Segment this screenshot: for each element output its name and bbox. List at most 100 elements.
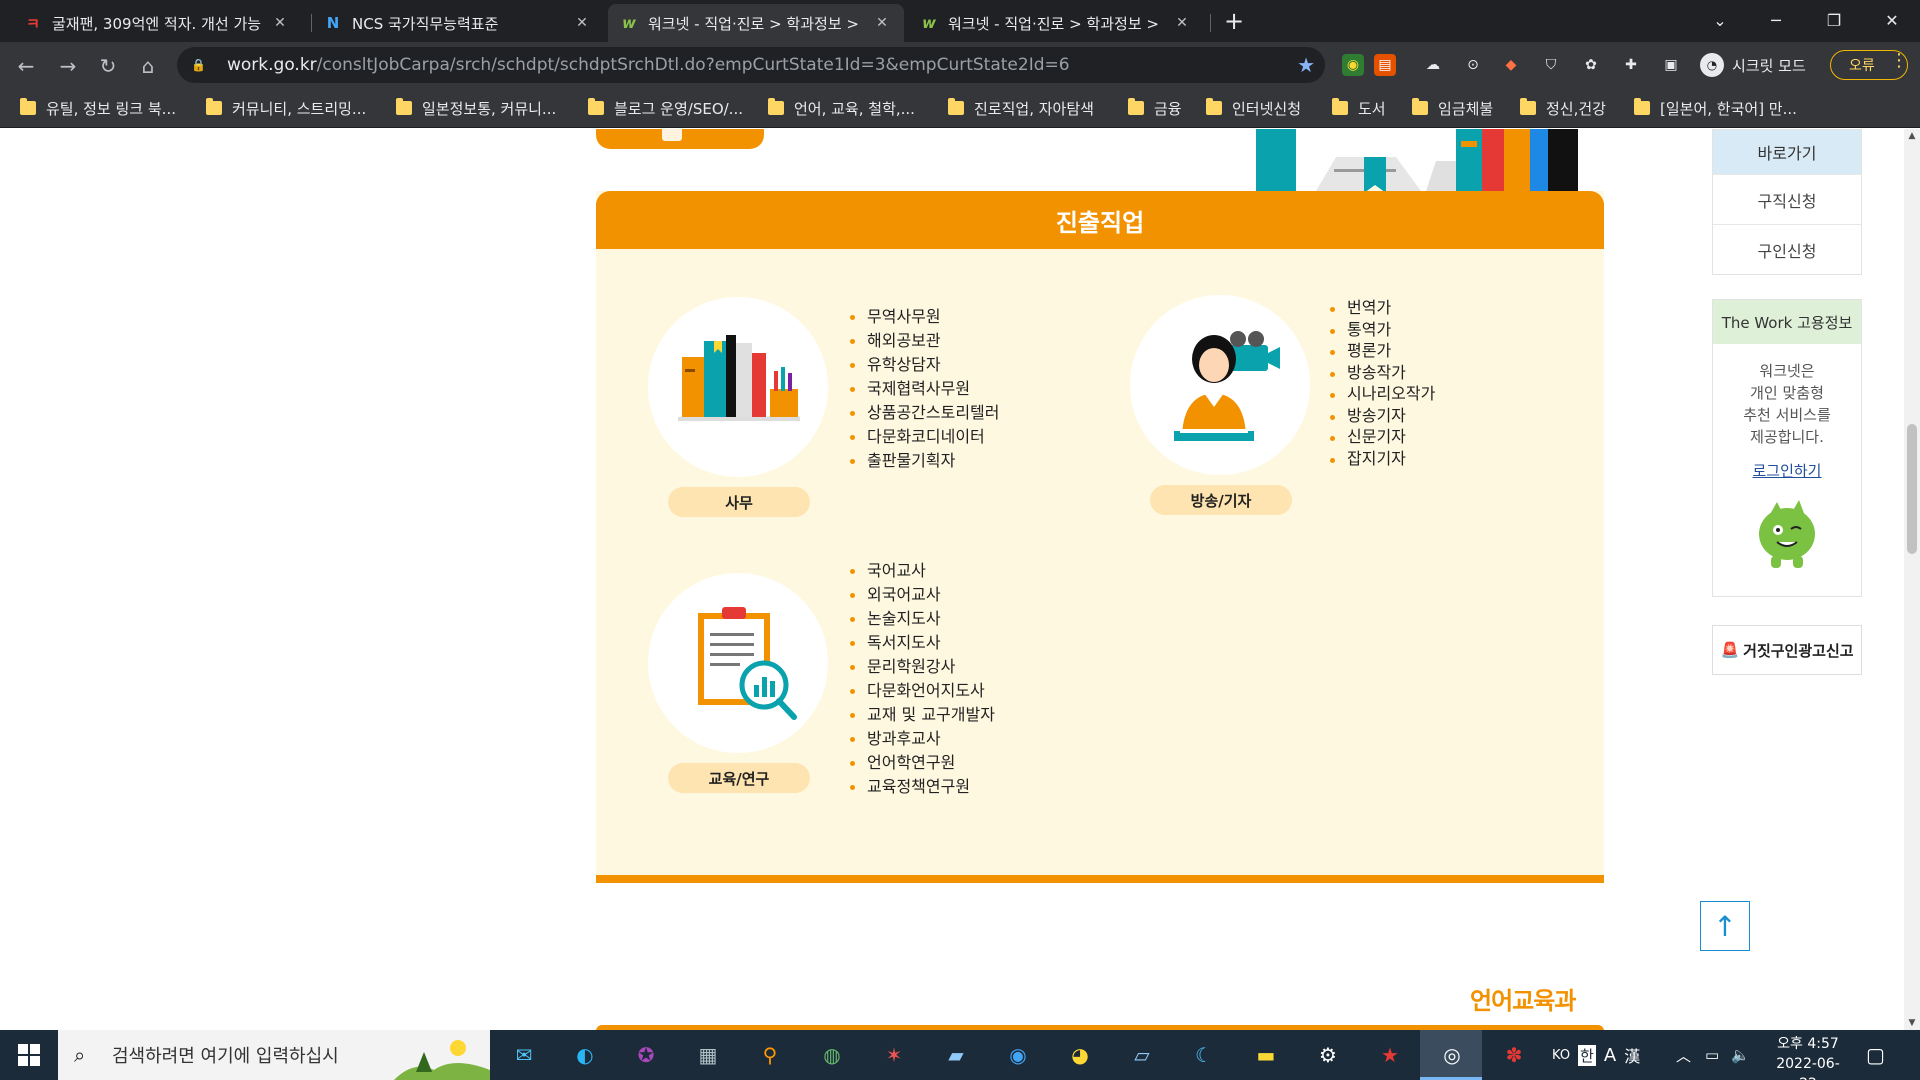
app-star-icon[interactable]: ★ bbox=[1374, 1039, 1406, 1071]
tab-search-icon[interactable]: ⌄ bbox=[1694, 0, 1746, 40]
forward-icon[interactable]: → bbox=[54, 52, 82, 80]
extension-icon[interactable]: ◉ bbox=[1342, 54, 1364, 76]
network-icon[interactable]: ▭ bbox=[1705, 1046, 1719, 1064]
books-icon bbox=[648, 297, 828, 477]
extension-icon[interactable]: ☁ bbox=[1422, 54, 1444, 76]
job-offer-apply-link[interactable]: 구인신청 bbox=[1713, 224, 1861, 274]
chrome-icon[interactable]: ◎ bbox=[1436, 1039, 1468, 1071]
calculator-icon[interactable]: ▦ bbox=[692, 1039, 724, 1071]
bookmark-folder[interactable]: 유틸, 정보 링크 북... bbox=[20, 96, 176, 120]
taskbar-clock[interactable]: 오후 4:57 2022-06-22 bbox=[1768, 1034, 1848, 1080]
file-explorer-icon[interactable]: ▬ bbox=[1250, 1039, 1282, 1071]
chevron-up-icon[interactable]: ︿ bbox=[1676, 1045, 1691, 1066]
maximize-button[interactable]: ❐ bbox=[1808, 0, 1860, 40]
side-panel-icon[interactable]: ▣ bbox=[1660, 54, 1682, 76]
edge-icon[interactable]: ◐ bbox=[569, 1039, 601, 1071]
close-tab-icon[interactable]: ✕ bbox=[572, 15, 592, 31]
arrow-up-icon: ↑ bbox=[1713, 909, 1737, 943]
menu-dots-icon[interactable]: ⋮ bbox=[1890, 50, 1908, 71]
incognito-icon: ◔ bbox=[1700, 53, 1724, 77]
minimize-button[interactable]: ─ bbox=[1750, 0, 1802, 40]
info-line: 추천 서비스를 bbox=[1743, 406, 1831, 424]
scroll-to-top-button[interactable]: ↑ bbox=[1700, 901, 1750, 951]
browser-app-icon[interactable]: ◉ bbox=[1002, 1039, 1034, 1071]
close-tab-icon[interactable]: ✕ bbox=[1172, 15, 1192, 31]
job-item: 무역사무원 bbox=[850, 305, 999, 329]
bookmark-folder[interactable]: 일본정보통, 커뮤니... bbox=[396, 96, 556, 120]
ime-indicator[interactable]: KO 한 A 漢 bbox=[1552, 1030, 1640, 1080]
clock-time: 오후 4:57 bbox=[1777, 1036, 1839, 1052]
job-group-office: 사무 무역사무원 해외공보관 유학상담자 국제협력사무원 상품공간스토리텔러 다… bbox=[648, 297, 1048, 527]
tray-icons[interactable]: ︿ ▭ 🔈 bbox=[1676, 1030, 1750, 1080]
bookmark-folder[interactable]: 정신,건강 bbox=[1520, 96, 1606, 120]
job-list: 번역가 통역가 평론가 방송작가 시나리오작가 방송기자 신문기자 잡지기자 bbox=[1330, 297, 1435, 469]
browser-tab[interactable]: N NCS 국가직무능력표준 ✕ bbox=[312, 4, 604, 42]
bookmark-folder[interactable]: 도서 bbox=[1332, 96, 1386, 120]
page-scrollbar[interactable]: ▲ ▼ bbox=[1904, 129, 1920, 1030]
home-icon[interactable]: ⌂ bbox=[134, 52, 162, 80]
job-list: 국어교사 외국어교사 논술지도사 독서지도사 문리학원강사 다문화언어지도사 교… bbox=[850, 559, 995, 799]
bookmark-folder[interactable]: [일본어, 한국어] 만... bbox=[1634, 96, 1797, 120]
volume-icon[interactable]: 🔈 bbox=[1731, 1046, 1750, 1064]
bookmark-folder[interactable]: 커뮤니티, 스트리밍... bbox=[206, 96, 366, 120]
bookmark-folder[interactable]: 금융 bbox=[1128, 96, 1182, 120]
app-icon[interactable]: ✽ bbox=[1498, 1039, 1530, 1071]
app-icon[interactable]: ☾ bbox=[1188, 1039, 1220, 1071]
job-group-broadcast: 방송/기자 번역가 통역가 평론가 방송작가 시나리오작가 방송기자 신문기자 … bbox=[1130, 295, 1530, 527]
notes-icon[interactable]: ▰ bbox=[940, 1039, 972, 1071]
address-bar[interactable]: 🔒 work.go.kr/consltJobCarpa/srch/schdpt/… bbox=[177, 47, 1325, 83]
bookmark-folder[interactable]: 진로직업, 자아탐색 bbox=[948, 96, 1094, 120]
close-window-button[interactable]: ✕ bbox=[1866, 0, 1918, 40]
globe-icon[interactable]: ◍ bbox=[816, 1039, 848, 1071]
metamask-icon[interactable]: ◆ bbox=[1500, 54, 1522, 76]
new-tab-button[interactable]: + bbox=[1222, 8, 1246, 34]
magnifier-app-icon[interactable]: ⚲ bbox=[754, 1039, 786, 1071]
scroll-down-icon[interactable]: ▼ bbox=[1904, 1016, 1920, 1030]
job-seek-apply-link[interactable]: 구직신청 bbox=[1713, 174, 1861, 224]
bookmark-folder[interactable]: 언어, 교육, 철학,... bbox=[768, 96, 915, 120]
lock-icon[interactable]: 🔒 bbox=[191, 58, 206, 72]
folder-app-icon[interactable]: ▱ bbox=[1126, 1039, 1158, 1071]
extension-icon[interactable]: ⊙ bbox=[1462, 54, 1484, 76]
browser-tab[interactable]: ㅋ 굴재팬, 309억엔 적자. 개선 가능 ✕ bbox=[12, 4, 302, 42]
settings-gear-icon[interactable]: ⚙ bbox=[1312, 1039, 1344, 1071]
job-group-education: 교육/연구 국어교사 외국어교사 논술지도사 독서지도사 문리학원강사 다문화언… bbox=[648, 561, 1048, 813]
reload-icon[interactable]: ↻ bbox=[94, 52, 122, 80]
browser-tab-active[interactable]: w 워크넷 - 직업·진로 > 학과정보 > ✕ bbox=[608, 4, 904, 42]
tab-title: 워크넷 - 직업·진로 > 학과정보 > bbox=[948, 14, 1159, 33]
bookmark-star-icon[interactable]: ★ bbox=[1297, 53, 1315, 77]
section-title: 진출직업 bbox=[596, 191, 1604, 249]
bookmark-folder[interactable]: 블로그 운영/SEO/... bbox=[588, 96, 743, 120]
fake-job-ad-report-button[interactable]: 🚨 거짓구인광고신고 bbox=[1712, 625, 1862, 675]
scroll-thumb[interactable] bbox=[1907, 424, 1917, 554]
incognito-indicator[interactable]: ◔ 시크릿 모드 bbox=[1700, 51, 1806, 79]
app-icon[interactable]: ✶ bbox=[878, 1039, 910, 1071]
windows-start-button[interactable] bbox=[0, 1030, 58, 1080]
taskbar-search-box[interactable]: ⌕ 검색하려면 여기에 입력하십시 bbox=[58, 1030, 490, 1080]
back-icon[interactable]: ← bbox=[12, 52, 40, 80]
login-link[interactable]: 로그인하기 bbox=[1723, 460, 1851, 482]
browser-tab[interactable]: w 워크넷 - 직업·진로 > 학과정보 > ✕ bbox=[908, 4, 1204, 42]
job-item: 시나리오작가 bbox=[1330, 383, 1435, 405]
folder-icon bbox=[20, 98, 36, 115]
bookmark-label: 정신,건강 bbox=[1546, 99, 1606, 118]
close-tab-icon[interactable]: ✕ bbox=[270, 15, 290, 31]
scroll-up-icon[interactable]: ▲ bbox=[1904, 129, 1920, 143]
puzzle-icon[interactable]: ✚ bbox=[1620, 54, 1642, 76]
extension-icon[interactable]: ✿ bbox=[1580, 54, 1602, 76]
job-item: 다문화코디네이터 bbox=[850, 425, 999, 449]
bookmark-folder[interactable]: 임금체불 bbox=[1412, 96, 1493, 120]
clipboard-magnifier-icon bbox=[648, 573, 828, 753]
folder-icon bbox=[1634, 98, 1650, 115]
job-item: 잡지기자 bbox=[1330, 448, 1435, 470]
extension-icon[interactable]: ▤ bbox=[1374, 54, 1396, 76]
app-icon[interactable]: ✪ bbox=[630, 1039, 662, 1071]
mail-icon[interactable]: ✉ bbox=[508, 1039, 540, 1071]
job-item: 해외공보관 bbox=[850, 329, 999, 353]
close-tab-icon[interactable]: ✕ bbox=[872, 15, 892, 31]
notification-icon[interactable]: ▢ bbox=[1866, 1030, 1885, 1080]
whale-browser-icon[interactable]: ◕ bbox=[1064, 1039, 1096, 1071]
bookmark-folder[interactable]: 인터넷신청 bbox=[1206, 96, 1301, 120]
shield-icon[interactable]: ⛉ bbox=[1540, 54, 1562, 76]
page-viewport: 진출직업 사무 무역사무원 해외공보관 유학상담자 국제협력사무원 상품공간스토… bbox=[0, 129, 1904, 1030]
